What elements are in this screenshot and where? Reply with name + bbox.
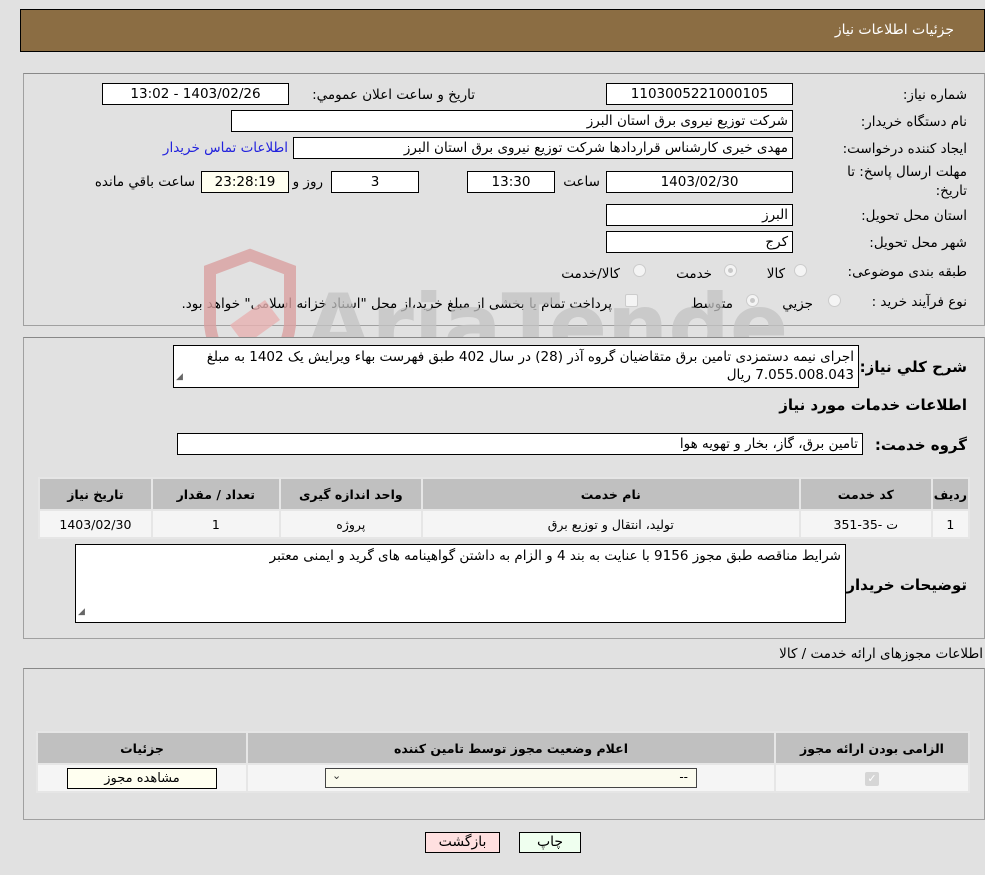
process-label: نوع فرآیند خرید :	[871, 294, 967, 310]
table-row: 1 ت -35-351 تولید، انتقال و توزیع برق پر…	[38, 509, 971, 539]
category-option-goods: کالا	[766, 266, 785, 282]
view-permit-button[interactable]: مشاهده مجوز	[67, 767, 217, 789]
need-number-label: شماره نیاز:	[902, 87, 967, 103]
buyer-contact-link[interactable]: اطلاعات تماس خریدار	[163, 140, 288, 156]
col-quantity: تعداد / مقدار	[150, 477, 281, 511]
permits-table: الزامی بودن ارائه مجوز اعلام وضعیت مجوز …	[36, 731, 970, 793]
description-label: شرح کلي نیاز:	[859, 358, 967, 376]
permit-status-value: --	[679, 770, 688, 784]
province-field[interactable]: البرز	[606, 204, 793, 226]
treasury-checkbox[interactable]	[625, 294, 638, 307]
city-label: شهر محل تحویل:	[869, 235, 967, 251]
description-text: اجرای نیمه دستمزدی تامین برق متقاضیان گر…	[206, 349, 854, 383]
deadline-label-2: تاریخ:	[935, 183, 967, 199]
services-section-title: اطلاعات خدمات مورد نیاز	[779, 396, 967, 414]
city-field[interactable]: کرج	[606, 231, 793, 253]
cell-row-number: 1	[930, 509, 971, 539]
category-radio-service[interactable]	[724, 264, 737, 277]
category-radio-goods[interactable]	[794, 264, 807, 277]
buyer-notes-text: شرایط مناقصه طبق مجوز 9156 با عنایت به ب…	[269, 548, 841, 564]
process-option-medium: متوسط	[690, 296, 733, 312]
page-header: جزئیات اطلاعات نیاز	[20, 9, 985, 52]
deadline-date-field[interactable]: 1403/02/30	[606, 171, 793, 193]
page-title: جزئیات اطلاعات نیاز	[834, 22, 954, 38]
back-button[interactable]: بازگشت	[425, 832, 500, 853]
process-radio-medium[interactable]	[746, 294, 759, 307]
category-label: طبقه بندی موضوعی:	[847, 264, 967, 280]
service-group-label: گروه خدمت:	[874, 436, 967, 454]
deadline-label: مهلت ارسال پاسخ: تا	[847, 164, 967, 180]
process-radio-minor[interactable]	[828, 294, 841, 307]
category-option-service: خدمت	[676, 266, 712, 282]
service-group-field[interactable]: تامین برق، گاز، بخار و تهویه هوا	[177, 433, 863, 455]
cell-service-code: ت -35-351	[798, 509, 933, 539]
permit-status-select[interactable]: -- ⌄	[325, 768, 697, 788]
category-option-goods-service: کالا/خدمت	[561, 266, 620, 282]
chevron-down-icon: ⌄	[332, 769, 342, 782]
announce-label: تاریخ و ساعت اعلان عمومي:	[312, 87, 475, 103]
time-remaining-field[interactable]: 23:28:19	[201, 171, 289, 193]
cell-permit-required: ✓	[774, 763, 970, 793]
services-table: ردیف کد خدمت نام خدمت واحد اندازه گیری ت…	[38, 477, 971, 539]
creator-field[interactable]: مهدی خیری کارشناس قراردادها شرکت توزیع ن…	[293, 137, 793, 159]
province-label: استان محل تحویل:	[861, 208, 967, 224]
need-number-field[interactable]: 1103005221000105	[606, 83, 793, 105]
permit-required-checkbox[interactable]: ✓	[865, 772, 879, 786]
days-label: روز و	[292, 174, 323, 190]
col-permit-status: اعلام وضعیت مجوز توسط تامین کننده	[246, 731, 776, 765]
services-table-header: ردیف کد خدمت نام خدمت واحد اندازه گیری ت…	[38, 477, 971, 511]
treasury-note: پرداخت تمام یا بخشی از مبلغ خرید،از محل …	[181, 296, 612, 312]
cell-need-date: 1403/02/30	[38, 509, 153, 539]
permits-table-header: الزامی بودن ارائه مجوز اعلام وضعیت مجوز …	[36, 731, 970, 765]
col-permit-required: الزامی بودن ارائه مجوز	[774, 731, 970, 765]
permits-section-title: اطلاعات مجوزهای ارائه خدمت / کالا	[779, 646, 983, 662]
col-row-number: ردیف	[930, 477, 971, 511]
process-option-minor: جزيي	[782, 296, 813, 312]
cell-quantity: 1	[150, 509, 281, 539]
col-need-date: تاریخ نیاز	[38, 477, 153, 511]
deadline-time-field[interactable]: 13:30	[467, 171, 555, 193]
buyer-notes-label: توضیحات خریدار:	[840, 576, 967, 594]
days-remaining-field[interactable]: 3	[331, 171, 419, 193]
cell-permit-details: مشاهده مجوز	[36, 763, 248, 793]
table-row: ✓ -- ⌄ مشاهده مجوز	[36, 763, 970, 793]
cell-permit-status: -- ⌄	[246, 763, 776, 793]
buyer-notes-textarea[interactable]: شرایط مناقصه طبق مجوز 9156 با عنایت به ب…	[75, 544, 846, 623]
announce-datetime-field[interactable]: 1403/02/26 - 13:02	[102, 83, 289, 105]
category-radio-goods-service[interactable]	[633, 264, 646, 277]
col-service-code: کد خدمت	[798, 477, 933, 511]
print-button[interactable]: چاپ	[519, 832, 581, 853]
time-remaining-label: ساعت باقي مانده	[94, 174, 195, 190]
buyer-org-field[interactable]: شرکت توزیع نیروی برق استان البرز	[231, 110, 793, 132]
resize-grip-icon[interactable]: ◢	[78, 603, 85, 621]
col-permit-details: جزئیات	[36, 731, 248, 765]
buyer-org-label: نام دستگاه خریدار:	[860, 114, 967, 130]
cell-unit: پروژه	[278, 509, 423, 539]
resize-grip-icon[interactable]: ◢	[176, 368, 183, 386]
col-service-name: نام خدمت	[420, 477, 801, 511]
cell-service-name: تولید، انتقال و توزیع برق	[420, 509, 801, 539]
deadline-time-label: ساعت	[563, 174, 600, 190]
col-unit: واحد اندازه گیری	[278, 477, 423, 511]
creator-label: ایجاد کننده درخواست:	[842, 141, 967, 157]
description-textarea[interactable]: اجرای نیمه دستمزدی تامین برق متقاضیان گر…	[173, 345, 859, 388]
